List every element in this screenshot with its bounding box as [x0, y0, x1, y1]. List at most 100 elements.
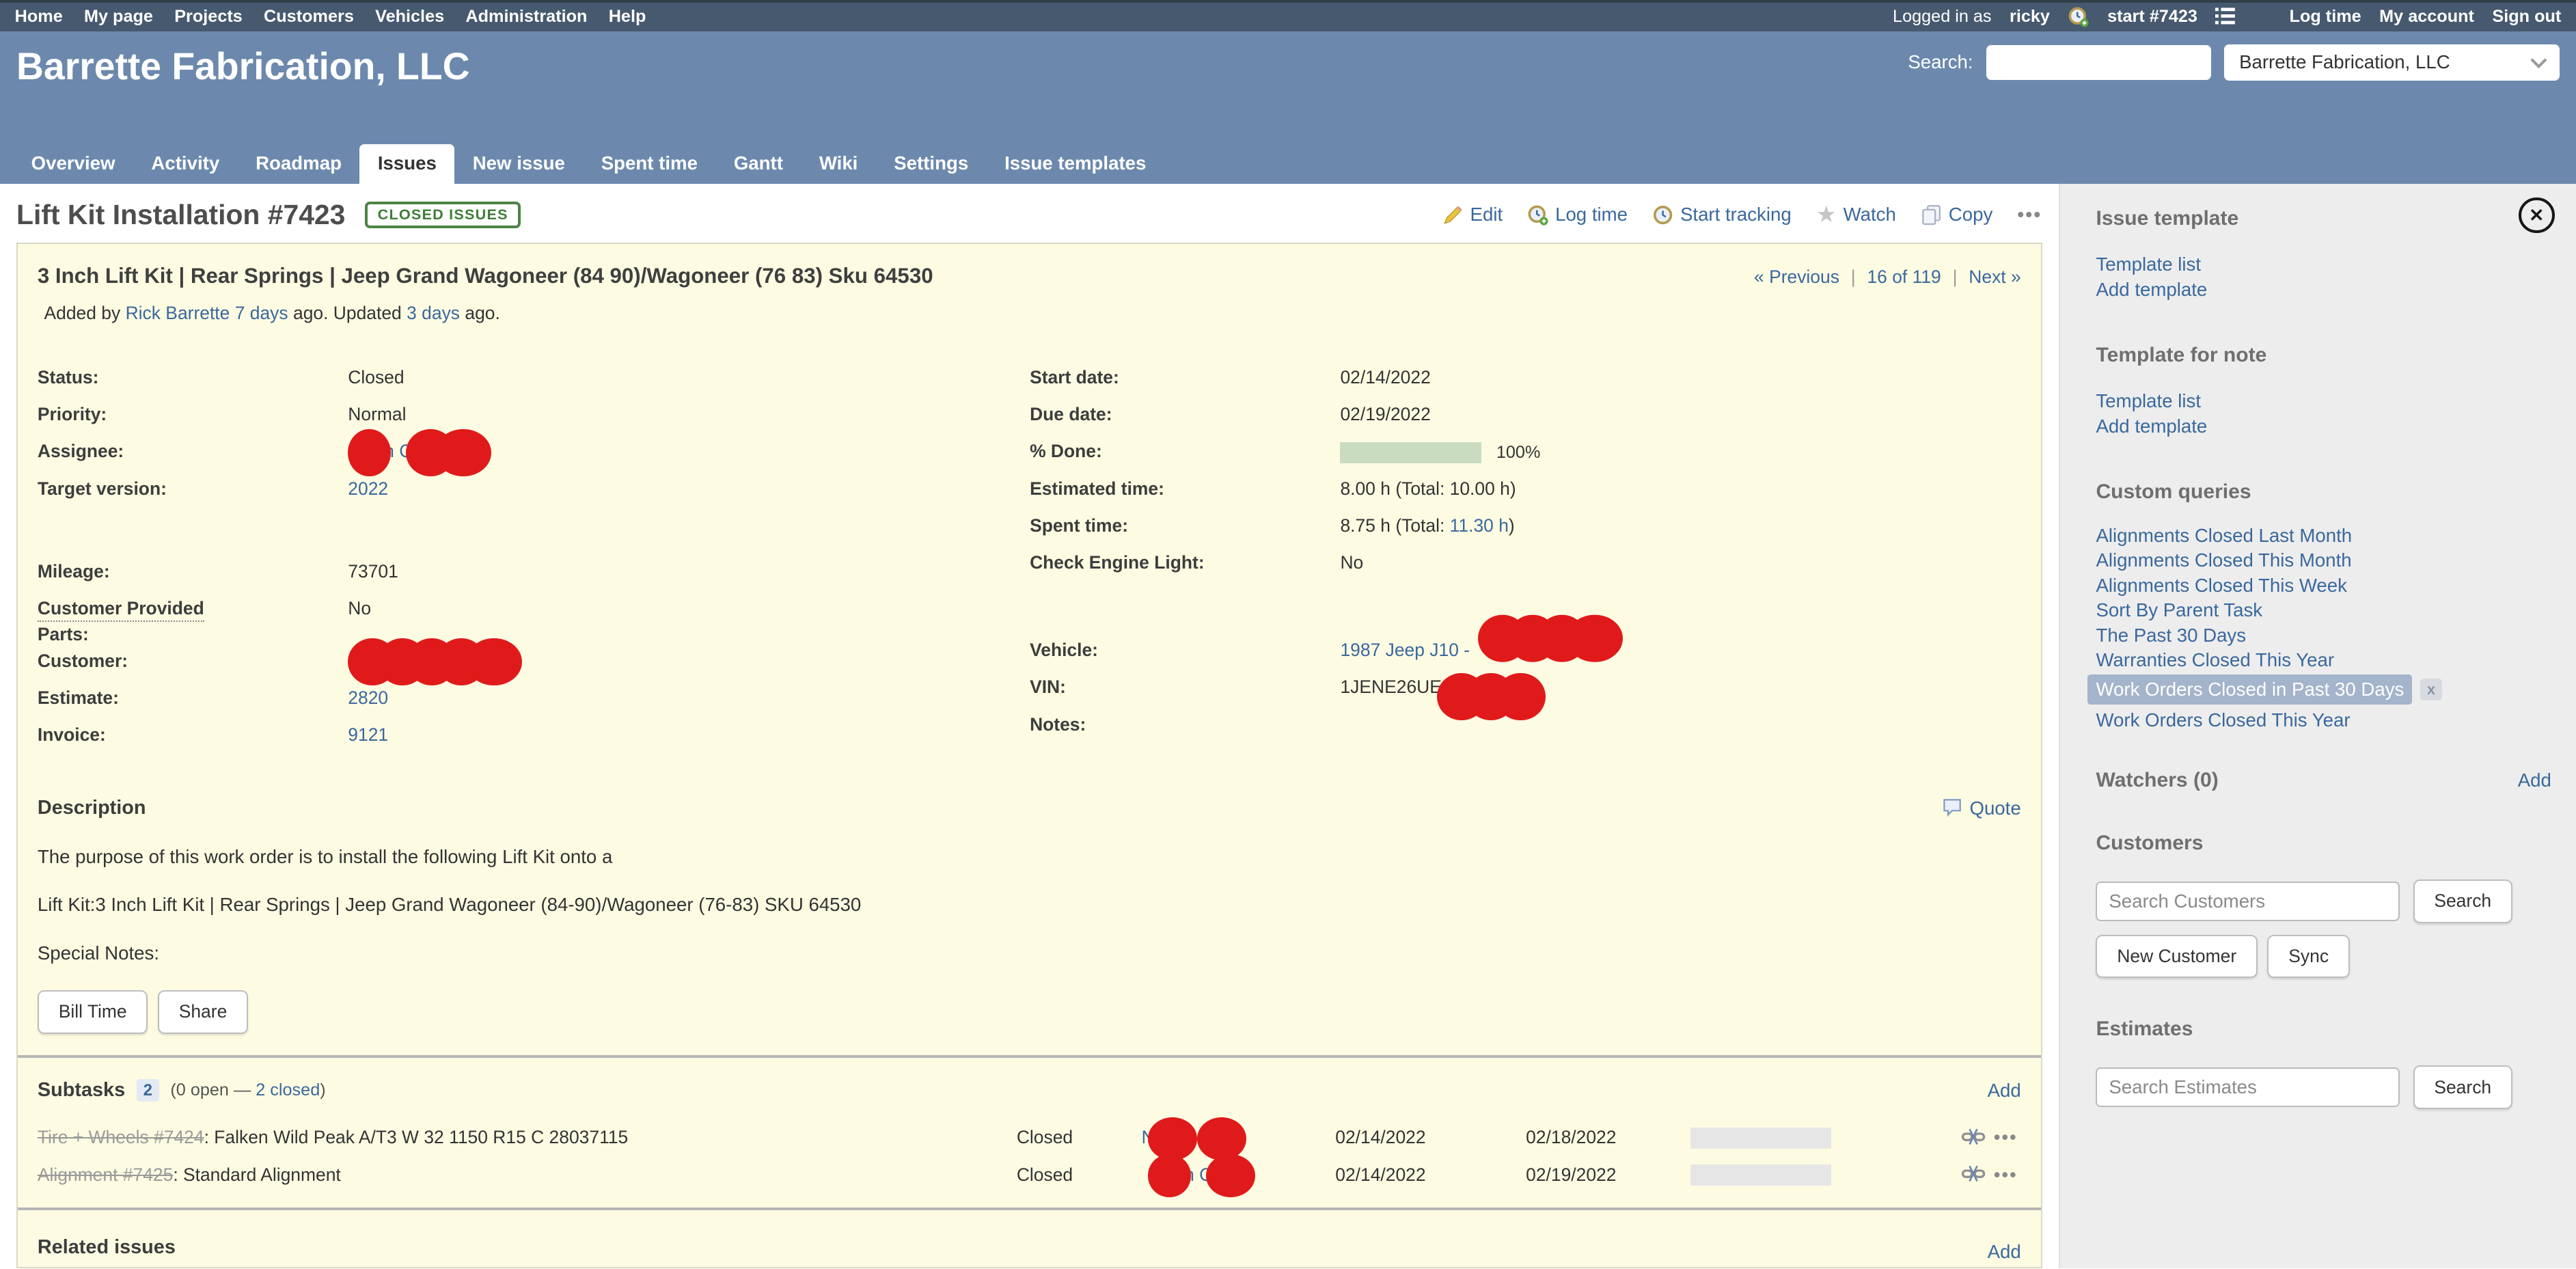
invoice-link[interactable]: 9121	[348, 724, 388, 745]
query-link[interactable]: Warranties Closed This Year	[2096, 648, 2334, 673]
description-header: Description Quote	[38, 797, 2021, 819]
tab-gantt[interactable]: Gantt	[715, 144, 801, 184]
remove-query-button[interactable]: x	[2420, 679, 2441, 700]
add-watcher-link[interactable]: Add	[2518, 769, 2556, 791]
updated-ago-link[interactable]: 3 days	[407, 303, 460, 323]
search-estimates-button[interactable]: Search	[2413, 1065, 2512, 1109]
start-date-value: 02/14/2022	[1340, 365, 1430, 390]
query-link[interactable]: Sort By Parent Task	[2096, 598, 2262, 623]
estimates-heading: Estimates	[2096, 1018, 2556, 1041]
search-customers-button[interactable]: Search	[2413, 879, 2512, 923]
tab-spent-time[interactable]: Spent time	[583, 144, 715, 184]
topmenu-help[interactable]: Help	[609, 7, 646, 27]
project-select[interactable]: Barrette Fabrication, LLC	[2224, 44, 2559, 81]
query-link[interactable]: Work Orders Closed This Year	[2096, 708, 2350, 733]
vin-label: VIN:	[1030, 674, 1340, 699]
subtask-more-button[interactable]: •••	[1994, 1127, 2018, 1148]
redaction-blob	[466, 638, 522, 686]
subtask-link[interactable]: Tire + Wheels #7424	[38, 1127, 204, 1147]
estimate-link[interactable]: 2820	[348, 687, 388, 708]
status-label: Status:	[38, 365, 348, 390]
log-time-button[interactable]: Log time	[1527, 204, 1628, 226]
clock-plus-icon	[1527, 204, 1548, 226]
total-spent-time-link[interactable]: 11.30 h	[1450, 515, 1509, 536]
topmenu-projects[interactable]: Projects	[174, 7, 243, 27]
subtask-link[interactable]: Alignment #7425	[38, 1164, 173, 1185]
check-engine-light-label: Check Engine Light:	[1030, 550, 1340, 575]
add-template-link[interactable]: Add template	[2096, 277, 2207, 302]
add-subtask-link[interactable]: Add	[1988, 1080, 2021, 1102]
new-customer-button[interactable]: New Customer	[2096, 935, 2258, 979]
start-tracking-button[interactable]: Start tracking	[1652, 204, 1792, 226]
my-account-link[interactable]: My account	[2379, 7, 2474, 27]
template-list-link[interactable]: Template list	[2096, 251, 2201, 277]
query-link[interactable]: Alignments Closed Last Month	[2096, 523, 2352, 549]
next-link[interactable]: Next »	[1969, 267, 2020, 288]
unlink-icon[interactable]	[1961, 1127, 1982, 1148]
previous-link[interactable]: « Previous	[1754, 267, 1839, 288]
topmenu-customers[interactable]: Customers	[264, 7, 354, 27]
share-button[interactable]: Share	[158, 990, 248, 1034]
note-add-template-link[interactable]: Add template	[2096, 413, 2207, 439]
topmenu-vehicles[interactable]: Vehicles	[375, 7, 444, 27]
top-menu-bar: Home My page Projects Customers Vehicles…	[0, 0, 2576, 31]
customer-value	[348, 649, 522, 673]
tab-issue-templates[interactable]: Issue templates	[987, 144, 1164, 184]
search-estimates-input[interactable]	[2096, 1067, 2400, 1107]
copy-button[interactable]: Copy	[1921, 204, 1992, 226]
tab-issues[interactable]: Issues	[359, 144, 454, 184]
topmenu-administration[interactable]: Administration	[465, 7, 587, 27]
bill-time-button[interactable]: Bill Time	[38, 990, 148, 1034]
priority-value: Normal	[348, 402, 406, 426]
query-link-selected[interactable]: Work Orders Closed in Past 30 Days	[2087, 674, 2412, 705]
tab-wiki[interactable]: Wiki	[801, 144, 875, 184]
vehicle-label: Vehicle:	[1030, 638, 1340, 662]
copy-icon	[1921, 204, 1942, 226]
time-tracker-clock-icon[interactable]	[2068, 6, 2089, 27]
sign-out-link[interactable]: Sign out	[2492, 7, 2561, 27]
start-tracker-link[interactable]: start #7423	[2107, 7, 2197, 27]
notes-label: Notes:	[1030, 712, 1340, 737]
project-tabs: Overview Activity Roadmap Issues New iss…	[13, 144, 1164, 184]
chevron-down-icon	[2531, 52, 2547, 68]
added-ago-link[interactable]: 7 days	[235, 303, 288, 323]
tab-new-issue[interactable]: New issue	[454, 144, 583, 184]
search-customers-input[interactable]	[2096, 882, 2400, 921]
tracker-menu-icon[interactable]	[2215, 6, 2236, 27]
edit-button[interactable]: Edit	[1442, 204, 1503, 226]
done-label: % Done:	[1030, 439, 1340, 463]
logged-in-user: ricky	[2010, 7, 2050, 27]
log-time-link[interactable]: Log time	[2290, 7, 2361, 27]
topmenu-home[interactable]: Home	[15, 7, 63, 27]
tab-settings[interactable]: Settings	[876, 144, 987, 184]
author-link[interactable]: Rick Barrette	[126, 303, 230, 323]
query-link[interactable]: Alignments Closed This Week	[2096, 573, 2346, 599]
due-date-label: Due date:	[1030, 402, 1340, 426]
tab-activity[interactable]: Activity	[133, 144, 238, 184]
vehicle-link[interactable]: 1987 Jeep J10 -	[1340, 640, 1470, 660]
subtask-more-button[interactable]: •••	[1994, 1164, 2018, 1186]
quote-link[interactable]: Quote	[1942, 797, 2021, 819]
query-link[interactable]: The Past 30 Days	[2096, 623, 2246, 649]
search-input[interactable]	[1986, 45, 2211, 79]
note-template-list-link[interactable]: Template list	[2096, 388, 2201, 413]
closed-subtasks-link[interactable]: 2 closed	[256, 1080, 320, 1100]
redaction-blob-group	[1437, 683, 1546, 707]
tab-overview[interactable]: Overview	[13, 144, 133, 184]
customer-label: Customer:	[38, 649, 348, 673]
watch-button[interactable]: ★ Watch	[1816, 204, 1896, 226]
query-link[interactable]: Alignments Closed This Month	[2096, 548, 2351, 573]
target-version-link[interactable]: 2022	[348, 478, 388, 499]
topmenu-my-page[interactable]: My page	[84, 7, 153, 27]
tab-roadmap[interactable]: Roadmap	[238, 144, 360, 184]
subtasks-count-badge: 2	[137, 1079, 159, 1102]
add-related-issue-link[interactable]: Add	[1988, 1241, 2021, 1263]
sync-button[interactable]: Sync	[2267, 935, 2349, 979]
target-version-label: Target version:	[38, 476, 348, 501]
close-sidebar-button[interactable]: ✕	[2519, 197, 2555, 234]
pagination-separator: |	[1953, 267, 1958, 288]
note-template-links: Template list Add template	[2096, 388, 2556, 439]
more-actions-button[interactable]: •••	[2017, 204, 2042, 226]
subtask-row: Tire + Wheels #7424: Falken Wild Peak A/…	[38, 1126, 2021, 1149]
unlink-icon[interactable]	[1961, 1164, 1982, 1185]
